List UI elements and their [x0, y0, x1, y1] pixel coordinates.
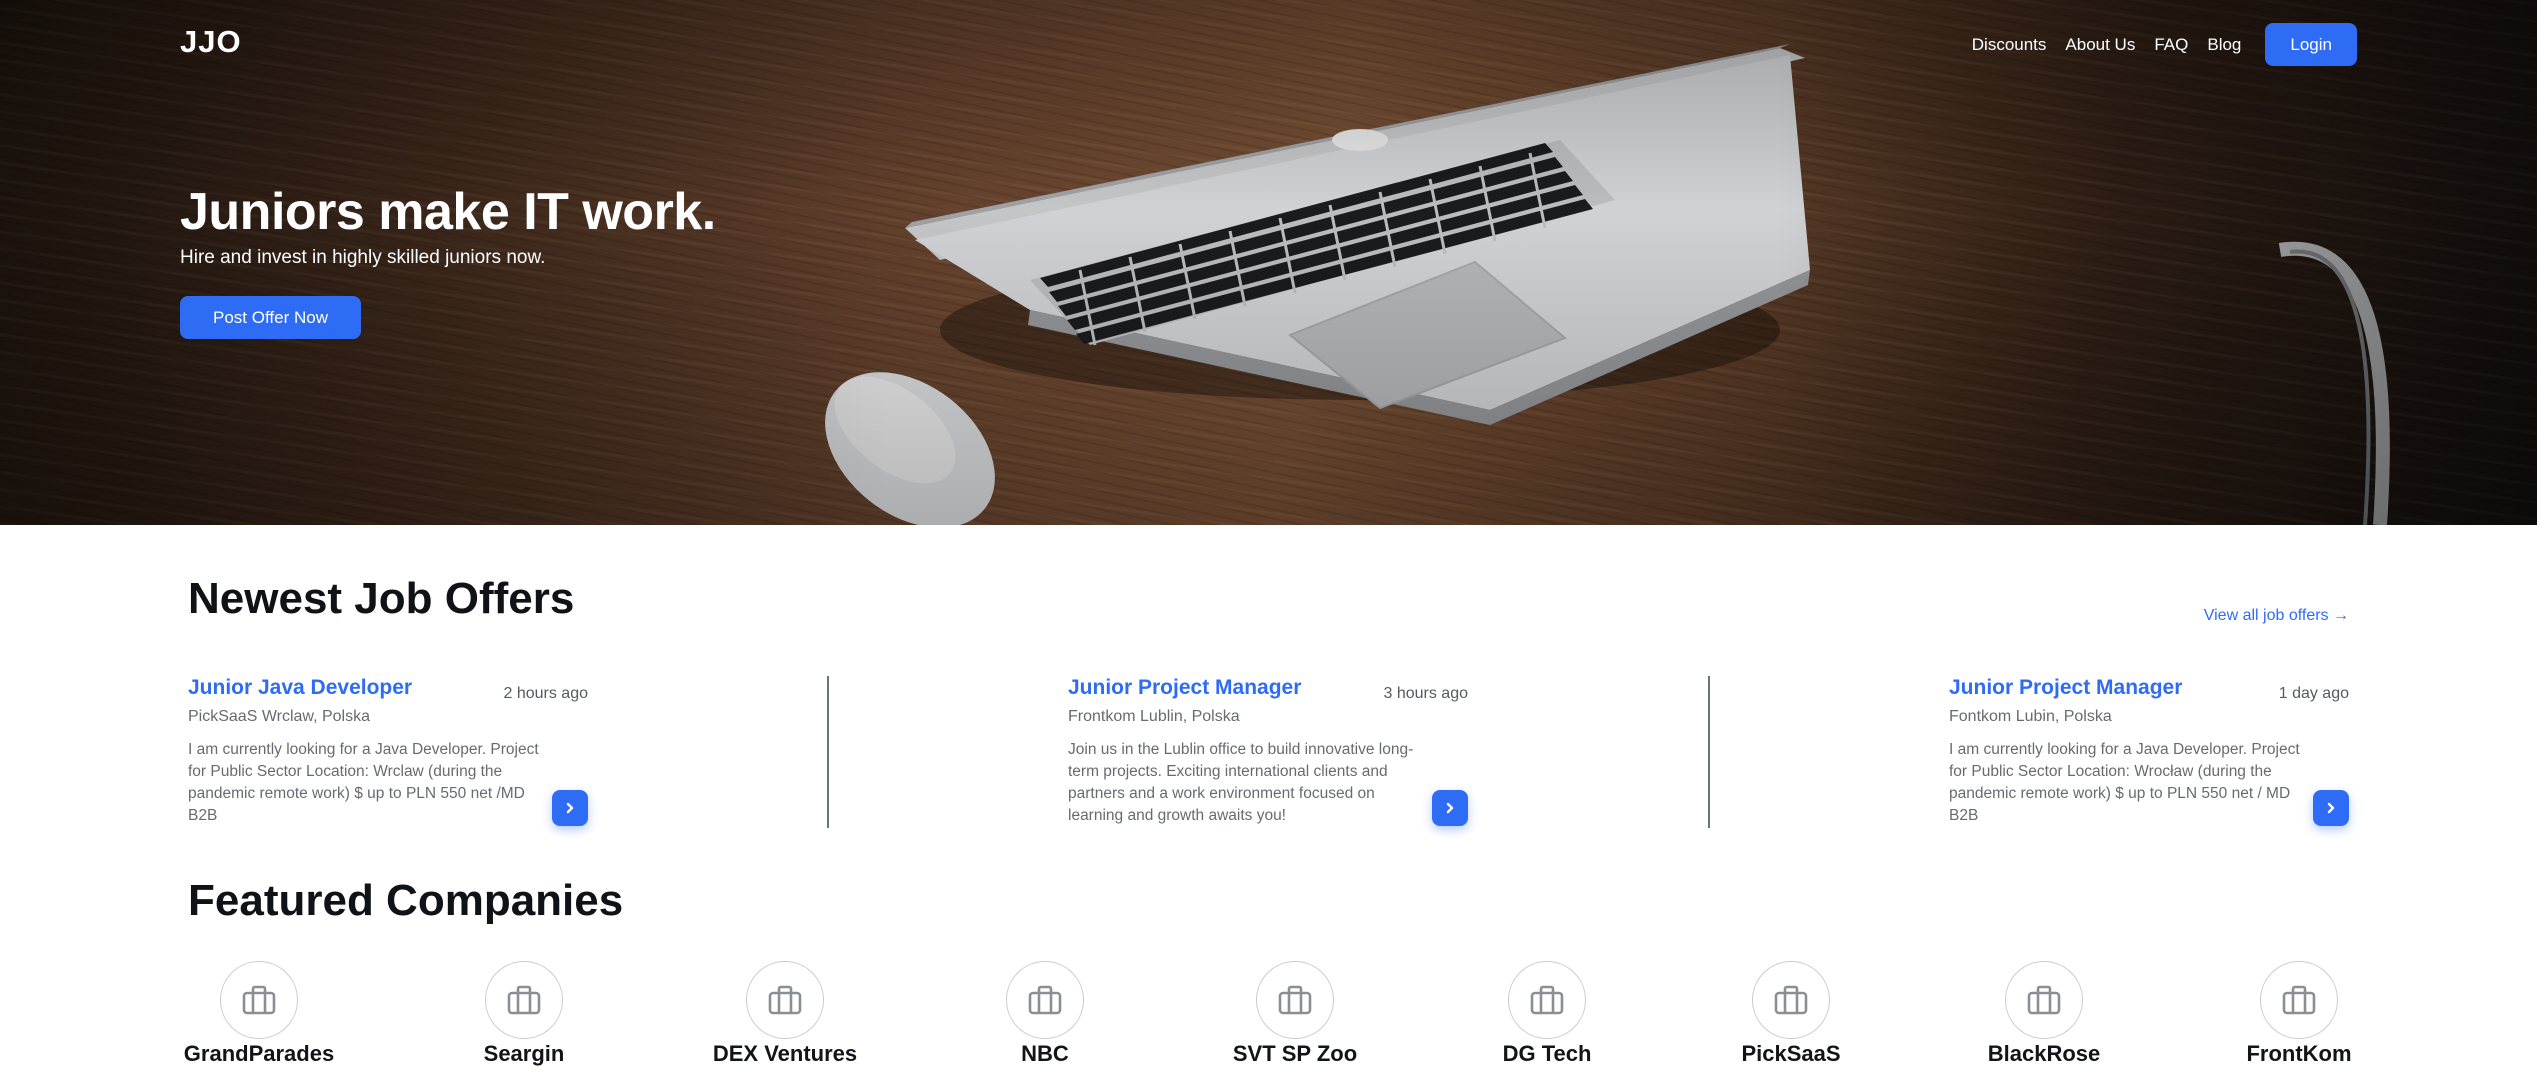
job-description: I am currently looking for a Java Develo…: [1949, 741, 2300, 824]
job-offers-heading: Newest Job Offers: [188, 574, 575, 623]
company-card[interactable]: DG Tech: [1427, 961, 1667, 1071]
company-name[interactable]: NBC: [925, 1041, 1165, 1067]
chevron-right-icon: [2327, 802, 2335, 814]
job-posted-time: 1 day ago: [2278, 685, 2349, 702]
chevron-right-icon: [566, 802, 574, 814]
job-description: I am currently looking for a Java Develo…: [188, 741, 539, 824]
company-card[interactable]: FrontKom: [2179, 961, 2419, 1071]
nav-faq[interactable]: FAQ: [2154, 35, 2188, 55]
company-name[interactable]: Seargin: [404, 1041, 644, 1067]
company-logo[interactable]: [2260, 961, 2338, 1039]
nav-discounts[interactable]: Discounts: [1972, 35, 2047, 55]
job-description: Join us in the Lublin office to build in…: [1068, 741, 1414, 824]
company-logo[interactable]: [1752, 961, 1830, 1039]
job-posted-time: 3 hours ago: [1383, 685, 1468, 702]
briefcase-icon: [1774, 985, 1808, 1015]
nav-blog[interactable]: Blog: [2207, 35, 2241, 55]
company-card[interactable]: GrandParades: [139, 961, 379, 1071]
company-logo[interactable]: [1006, 961, 1084, 1039]
briefcase-icon: [2282, 985, 2316, 1015]
company-name[interactable]: DG Tech: [1427, 1041, 1667, 1067]
company-name[interactable]: BlackRose: [1924, 1041, 2164, 1067]
hero-title: Juniors make IT work.: [180, 183, 716, 241]
job-company-location: PickSaaS Wrclaw, Polska: [188, 708, 370, 725]
hero-subtitle: Hire and invest in highly skilled junior…: [180, 247, 546, 268]
company-logo[interactable]: [746, 961, 824, 1039]
job-posted-time: 2 hours ago: [503, 685, 588, 702]
job-divider: [827, 676, 829, 828]
briefcase-icon: [1530, 985, 1564, 1015]
briefcase-icon: [242, 985, 276, 1015]
hero-banner: JJO Discounts About Us FAQ Blog Login Ju…: [0, 0, 2537, 525]
job-card[interactable]: Junior Project Manager 1 day ago Fontkom…: [1949, 676, 2349, 826]
briefcase-icon: [768, 985, 802, 1015]
featured-companies-heading: Featured Companies: [188, 876, 624, 925]
company-card[interactable]: Seargin: [404, 961, 644, 1071]
chevron-right-icon: [1446, 802, 1454, 814]
company-name[interactable]: DEX Ventures: [665, 1041, 905, 1067]
company-card[interactable]: BlackRose: [1924, 961, 2164, 1071]
company-name[interactable]: PickSaaS: [1671, 1041, 1911, 1067]
job-title-link[interactable]: Junior Project Manager: [1068, 676, 1301, 700]
briefcase-icon: [1278, 985, 1312, 1015]
job-open-button[interactable]: [1432, 790, 1468, 826]
site-logo[interactable]: JJO: [180, 24, 242, 60]
job-title-link[interactable]: Junior Java Developer: [188, 676, 412, 700]
view-all-jobs-link[interactable]: View all job offers →: [2204, 607, 2349, 625]
briefcase-icon: [2027, 985, 2061, 1015]
job-title-link[interactable]: Junior Project Manager: [1949, 676, 2182, 700]
nav-about-us[interactable]: About Us: [2065, 35, 2135, 55]
company-name[interactable]: SVT SP Zoo: [1175, 1041, 1415, 1067]
main-nav: Discounts About Us FAQ Blog Login: [1953, 23, 2357, 66]
company-name[interactable]: GrandParades: [139, 1041, 379, 1067]
briefcase-icon: [507, 985, 541, 1015]
job-card[interactable]: Junior Java Developer 2 hours ago PickSa…: [188, 676, 588, 826]
login-button[interactable]: Login: [2265, 23, 2357, 66]
job-company-location: Fontkom Lubin, Polska: [1949, 708, 2112, 725]
company-logo[interactable]: [1508, 961, 1586, 1039]
post-offer-button[interactable]: Post Offer Now: [180, 296, 361, 339]
company-card[interactable]: NBC: [925, 961, 1165, 1071]
company-name[interactable]: FrontKom: [2179, 1041, 2419, 1067]
job-divider: [1708, 676, 1710, 828]
company-card[interactable]: DEX Ventures: [665, 961, 905, 1071]
company-logo[interactable]: [485, 961, 563, 1039]
briefcase-icon: [1028, 985, 1062, 1015]
job-open-button[interactable]: [2313, 790, 2349, 826]
job-company-location: Frontkom Lublin, Polska: [1068, 708, 1240, 725]
job-open-button[interactable]: [552, 790, 588, 826]
company-logo[interactable]: [1256, 961, 1334, 1039]
company-logo[interactable]: [2005, 961, 2083, 1039]
company-card[interactable]: SVT SP Zoo: [1175, 961, 1415, 1071]
company-card[interactable]: PickSaaS: [1671, 961, 1911, 1071]
company-logo[interactable]: [220, 961, 298, 1039]
job-card[interactable]: Junior Project Manager 3 hours ago Front…: [1068, 676, 1468, 826]
